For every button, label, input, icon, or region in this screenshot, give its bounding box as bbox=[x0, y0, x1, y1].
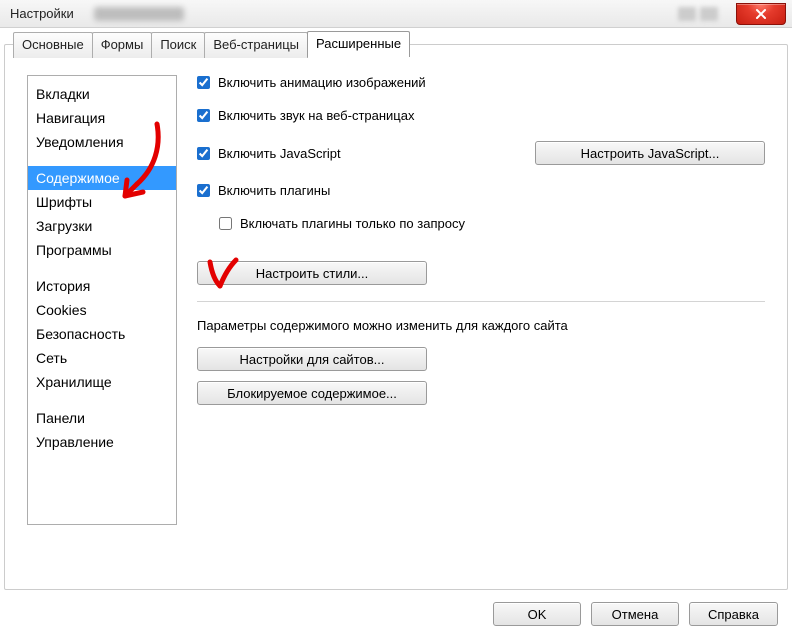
checkbox-input[interactable] bbox=[197, 109, 210, 122]
category-item[interactable]: Уведомления bbox=[28, 130, 176, 154]
window-close-button[interactable] bbox=[736, 3, 786, 25]
window-titlebar: Настройки bbox=[0, 0, 792, 28]
category-listbox[interactable]: Вкладки Навигация Уведомления Содержимое… bbox=[27, 75, 177, 525]
category-item[interactable]: Программы bbox=[28, 238, 176, 262]
dialog-footer: OK Отмена Справка bbox=[493, 602, 778, 626]
help-button[interactable]: Справка bbox=[689, 602, 778, 626]
checkbox-enable-plugins[interactable]: Включить плагины bbox=[197, 183, 330, 198]
tab-webpages[interactable]: Веб-страницы bbox=[204, 32, 308, 58]
per-site-text: Параметры содержимого можно изменить для… bbox=[197, 318, 765, 333]
category-item[interactable]: Сеть bbox=[28, 346, 176, 370]
category-item[interactable]: Шрифты bbox=[28, 190, 176, 214]
tab-advanced[interactable]: Расширенные bbox=[307, 31, 410, 57]
close-icon bbox=[755, 8, 767, 20]
category-item[interactable]: Загрузки bbox=[28, 214, 176, 238]
site-settings-button[interactable]: Настройки для сайтов... bbox=[197, 347, 427, 371]
blurred-area bbox=[94, 7, 184, 21]
checkbox-input[interactable] bbox=[219, 217, 232, 230]
tabs-row: Основные Формы Поиск Веб-страницы Расшир… bbox=[13, 31, 409, 57]
checkbox-input[interactable] bbox=[197, 147, 210, 160]
tab-search[interactable]: Поиск bbox=[151, 32, 205, 58]
separator bbox=[197, 301, 765, 302]
configure-styles-button[interactable]: Настроить стили... bbox=[197, 261, 427, 285]
category-item[interactable]: Управление bbox=[28, 430, 176, 454]
configure-javascript-button[interactable]: Настроить JavaScript... bbox=[535, 141, 765, 165]
ok-button[interactable]: OK bbox=[493, 602, 581, 626]
window-title: Настройки bbox=[10, 6, 74, 21]
category-item[interactable]: Cookies bbox=[28, 298, 176, 322]
category-item[interactable]: Вкладки bbox=[28, 82, 176, 106]
category-item-content[interactable]: Содержимое bbox=[28, 166, 176, 190]
checkbox-enable-javascript[interactable]: Включить JavaScript bbox=[197, 146, 341, 161]
checkbox-enable-image-animation[interactable]: Включить анимацию изображений bbox=[197, 75, 426, 90]
checkbox-enable-sound[interactable]: Включить звук на веб-страницах bbox=[197, 108, 414, 123]
window-buttons-blurred bbox=[678, 7, 718, 21]
category-item[interactable]: История bbox=[28, 274, 176, 298]
checkbox-input[interactable] bbox=[197, 184, 210, 197]
category-item[interactable]: Хранилище bbox=[28, 370, 176, 394]
category-item[interactable]: Панели bbox=[28, 406, 176, 430]
blocked-content-button[interactable]: Блокируемое содержимое... bbox=[197, 381, 427, 405]
tab-basic[interactable]: Основные bbox=[13, 32, 93, 58]
cancel-button[interactable]: Отмена bbox=[591, 602, 679, 626]
category-item[interactable]: Навигация bbox=[28, 106, 176, 130]
checkbox-input[interactable] bbox=[197, 76, 210, 89]
tab-forms[interactable]: Формы bbox=[92, 32, 153, 58]
checkbox-plugins-on-demand[interactable]: Включать плагины только по запросу bbox=[219, 216, 465, 231]
settings-pane: Включить анимацию изображений Включить з… bbox=[177, 75, 765, 569]
category-item[interactable]: Безопасность bbox=[28, 322, 176, 346]
